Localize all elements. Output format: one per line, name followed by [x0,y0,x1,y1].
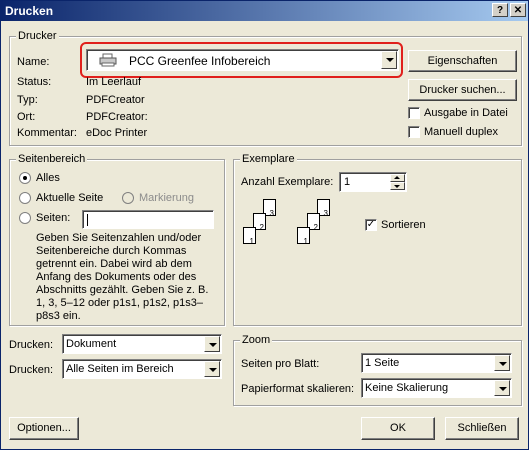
title-bar: Drucken ? ✕ [1,1,528,21]
pages-per-sheet-select[interactable]: 1 Seite [361,353,512,373]
print-what-select[interactable]: Dokument [62,334,222,354]
print-what-label: Drucken: [9,339,54,351]
range-all-radio[interactable] [19,172,31,184]
options-button[interactable]: Optionen... [9,417,79,440]
print-pages-value: Alle Seiten im Bereich [66,363,174,375]
chevron-down-icon[interactable] [494,380,510,396]
print-what-value: Dokument [66,338,117,350]
type-value: PDFCreator [86,94,145,106]
where-value: PDFCreator: [86,111,148,123]
highlight-annotation [80,42,403,78]
manual-duplex-label[interactable]: Manuell duplex [424,126,498,138]
where-label: Ort: [17,111,36,123]
comment-value: eDoc Printer [86,127,148,139]
range-current-radio[interactable] [19,192,31,204]
manual-duplex-checkbox[interactable] [408,126,420,138]
print-dialog: Drucken ? ✕ Drucker Name: PCC Greenfee I… [0,0,529,450]
copies-count-label: Anzahl Exemplare: [241,176,334,188]
text-cursor [87,214,88,226]
printer-name-label: Name: [17,56,50,68]
chevron-down-icon[interactable] [494,355,510,371]
page-range-group-label: Seitenbereich [16,153,88,165]
status-value: Im Leerlauf [86,76,142,88]
close-window-button[interactable]: ✕ [510,3,526,17]
status-label: Status: [17,76,52,88]
page-icon: 1 [297,227,310,246]
range-pages-radio[interactable] [19,212,31,224]
range-current-label[interactable]: Aktuelle Seite [36,192,103,204]
range-help-text: Geben Sie Seitenzahlen und/oder Seitenbe… [36,232,209,322]
zoom-group-label: Zoom [240,334,273,346]
range-all-label[interactable]: Alles [36,172,60,184]
copies-count-input[interactable]: 1 [339,172,407,192]
pages-per-sheet-value: 1 Seite [365,357,400,369]
copies-group-label: Exemplare [240,153,297,165]
page-icon: 1 [243,227,256,246]
range-pages-label[interactable]: Seiten: [36,212,70,224]
comment-label: Kommentar: [17,127,77,139]
help-button[interactable]: ? [492,3,508,17]
collate-checkbox[interactable]: ✓ [365,219,377,231]
properties-button[interactable]: Eigenschaften [408,50,517,72]
print-to-file-checkbox[interactable] [408,107,420,119]
chevron-down-icon [394,185,400,188]
scale-select[interactable]: Keine Skalierung [361,378,512,398]
chevron-down-icon[interactable] [204,336,220,352]
window-title: Drucken [5,4,54,18]
scale-value: Keine Skalierung [365,382,449,394]
scale-label: Papierformat skalieren: [241,383,355,395]
chevron-up-icon [394,176,400,179]
find-printer-button[interactable]: Drucker suchen... [408,79,517,101]
print-pages-select[interactable]: Alle Seiten im Bereich [62,359,222,379]
spin-down-button[interactable] [390,182,405,190]
pages-input[interactable] [82,210,214,229]
collate-label[interactable]: Sortieren [381,219,426,231]
range-selection-radio[interactable] [122,192,134,204]
type-label: Typ: [17,94,38,106]
copies-count-value: 1 [344,176,351,188]
range-selection-label[interactable]: Markierung [139,192,194,204]
printer-group-label: Drucker [16,30,59,42]
print-pages-label: Drucken: [9,364,54,376]
ok-button[interactable]: OK [361,417,435,440]
close-button[interactable]: Schließen [445,417,519,440]
spin-up-button[interactable] [390,174,405,182]
chevron-down-icon[interactable] [204,361,220,377]
pages-per-sheet-label: Seiten pro Blatt: [241,358,320,370]
print-to-file-label[interactable]: Ausgabe in Datei [424,107,508,119]
